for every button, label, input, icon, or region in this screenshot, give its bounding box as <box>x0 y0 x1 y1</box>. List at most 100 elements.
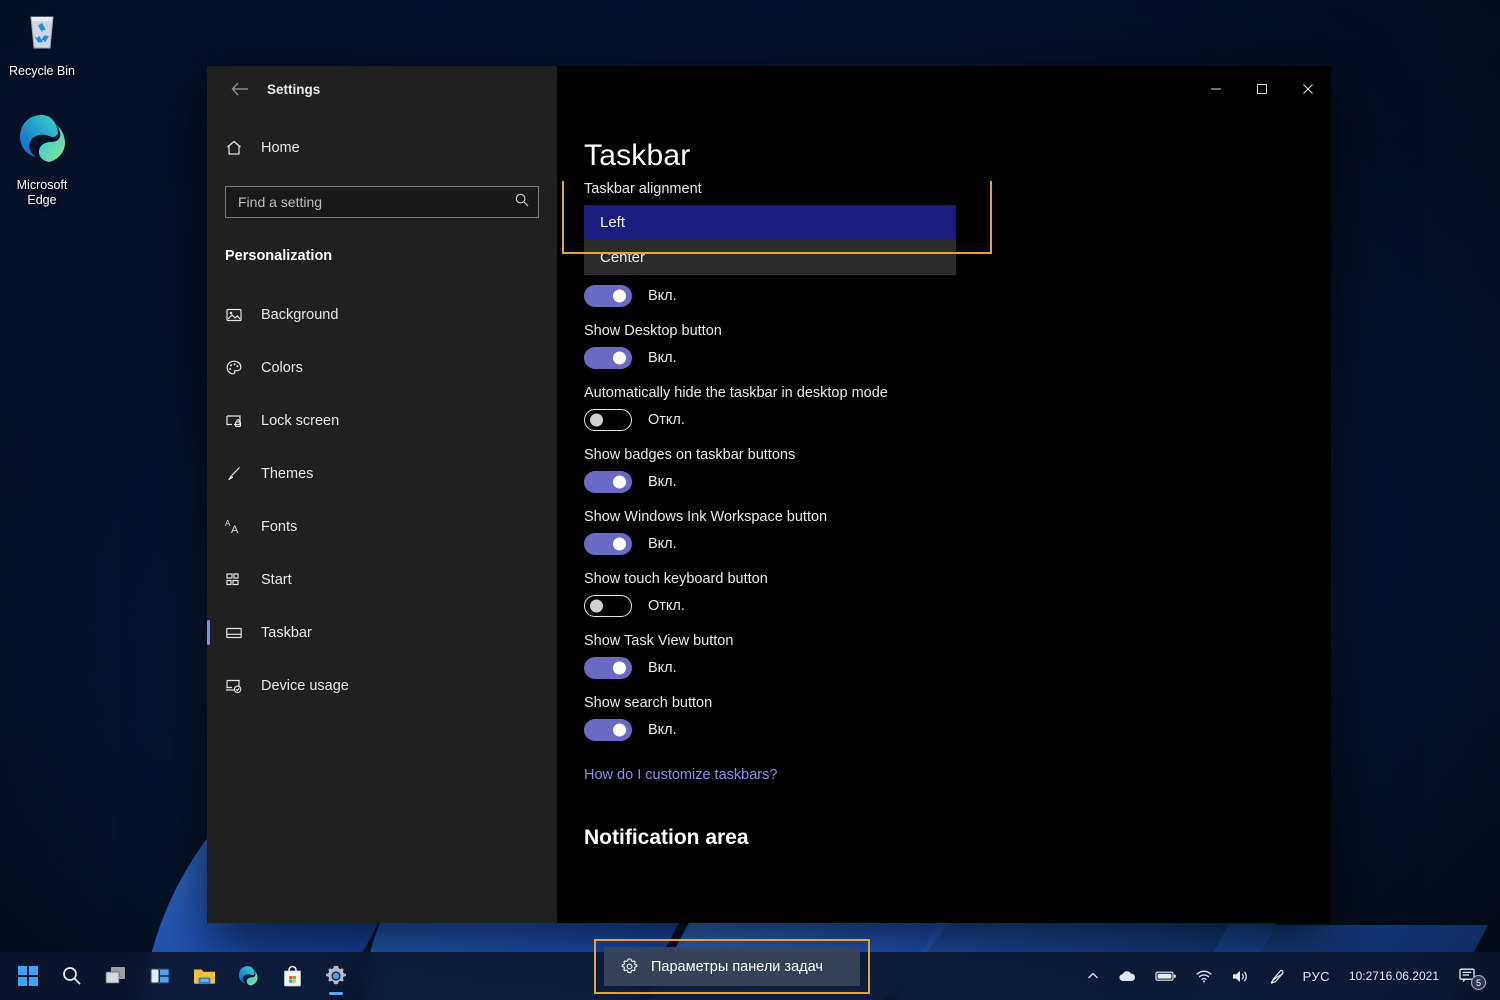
sidebar-item-background[interactable]: Background <box>207 288 557 341</box>
toggle-switch[interactable] <box>584 285 632 307</box>
recycle-bin-icon <box>0 8 84 58</box>
toggle-switch[interactable] <box>584 657 632 679</box>
toggle-row: Вкл. <box>584 471 1331 493</box>
dropdown-option-left[interactable]: Left <box>584 205 956 240</box>
tray-clock[interactable]: 10:27 16.06.2021 <box>1339 956 1449 996</box>
toggle-switch[interactable] <box>584 409 632 431</box>
app-title: Settings <box>267 82 320 97</box>
sidebar-item-themes[interactable]: Themes <box>207 447 557 500</box>
tray-onedrive-button[interactable] <box>1109 956 1146 996</box>
sidebar-item-device-usage[interactable]: Device usage <box>207 659 557 712</box>
settings-window: Settings Home Personalization <box>207 66 1331 923</box>
sidebar-item-fonts[interactable]: A A Fonts <box>207 500 557 553</box>
sidebar-item-label: Home <box>261 140 300 156</box>
tray-volume-button[interactable] <box>1222 956 1259 996</box>
toggle-switch[interactable] <box>584 471 632 493</box>
page-title: Taskbar <box>584 139 1331 173</box>
back-button[interactable] <box>223 74 257 104</box>
start-button[interactable] <box>6 954 50 998</box>
setting-row: Show touch keyboard button Откл. <box>584 571 1331 617</box>
desktop-icon-microsoft-edge[interactable]: Microsoft Edge <box>0 110 84 208</box>
toggle-state-label: Откл. <box>648 598 685 614</box>
settings-content: Taskbar Taskbar alignment Left Center Вк… <box>557 66 1331 923</box>
file-explorer-button[interactable] <box>182 954 226 998</box>
cloud-icon <box>1118 969 1137 983</box>
store-button[interactable] <box>270 954 314 998</box>
setting-row: Show Windows Ink Workspace button Вкл. <box>584 509 1331 555</box>
sidebar-item-colors[interactable]: Colors <box>207 341 557 394</box>
lock-screen-icon <box>225 410 251 432</box>
toggle-row: Вкл. <box>584 719 1331 741</box>
desktop-icon-label-line1: Microsoft <box>17 178 68 192</box>
search-icon <box>61 965 83 987</box>
folder-icon <box>192 965 217 987</box>
home-icon <box>225 137 251 159</box>
tray-battery-button[interactable] <box>1146 956 1186 996</box>
toggle-state-label: Вкл. <box>648 350 677 366</box>
tray-chevron-up-button[interactable] <box>1077 956 1109 996</box>
tray-time: 10:27 <box>1349 969 1379 984</box>
desktop-icon-label-line2: Edge <box>27 193 56 207</box>
taskbar-settings-tooltip: Параметры панели задач <box>594 939 870 994</box>
toggle-state-label: Вкл. <box>648 660 677 676</box>
widgets-button[interactable] <box>138 954 182 998</box>
widgets-icon <box>148 965 172 987</box>
sidebar-item-start[interactable]: Start <box>207 553 557 606</box>
setting-label: Show Desktop button <box>584 323 1331 339</box>
toggle-switch[interactable] <box>584 347 632 369</box>
start-grid-icon <box>225 569 251 591</box>
toggle-switch[interactable] <box>584 533 632 555</box>
toggle-state-label: Вкл. <box>648 722 677 738</box>
tray-notifications-button[interactable]: 5 <box>1449 956 1492 996</box>
settings-button[interactable] <box>314 954 358 998</box>
close-button[interactable] <box>1285 66 1331 112</box>
dropdown-option-center[interactable]: Center <box>584 240 956 275</box>
volume-icon <box>1231 969 1250 984</box>
toggle-row: Откл. <box>584 595 1331 617</box>
tray-wifi-button[interactable] <box>1186 956 1222 996</box>
brush-icon <box>225 463 251 485</box>
maximize-button[interactable] <box>1239 66 1285 112</box>
toggle-state-label: Вкл. <box>648 536 677 552</box>
desktop-icon-recycle-bin[interactable]: Recycle Bin <box>0 8 84 79</box>
system-tray: РУС 10:27 16.06.2021 5 <box>1077 956 1500 996</box>
toggle-state-label: Вкл. <box>648 474 677 490</box>
sidebar-item-label: Lock screen <box>261 413 339 429</box>
toggle-switch[interactable] <box>584 595 632 617</box>
tray-pen-button[interactable] <box>1259 956 1294 996</box>
sidebar-item-home[interactable]: Home <box>207 128 557 168</box>
sidebar-item-label: Background <box>261 307 338 323</box>
search-button[interactable] <box>50 954 94 998</box>
toggle-switch[interactable] <box>584 719 632 741</box>
tray-language-indicator[interactable]: РУС <box>1294 956 1339 996</box>
sidebar-item-label: Taskbar <box>261 625 312 641</box>
search-input[interactable] <box>238 194 514 210</box>
setting-label: Automatically hide the taskbar in deskto… <box>584 385 1331 401</box>
search-icon[interactable] <box>514 192 530 213</box>
search-box[interactable] <box>225 186 539 218</box>
help-link[interactable]: How do I customize taskbars? <box>584 767 777 783</box>
sidebar-item-lock-screen[interactable]: Lock screen <box>207 394 557 447</box>
tooltip-label: Параметры панели задач <box>651 959 823 975</box>
alignment-dropdown[interactable]: Left Center <box>584 205 956 275</box>
sidebar-item-label: Themes <box>261 466 313 482</box>
edge-icon <box>0 110 84 172</box>
minimize-icon <box>1210 83 1222 95</box>
toggle-state-label: Откл. <box>648 412 685 428</box>
task-view-icon <box>104 965 128 987</box>
desktop-icon-label: Recycle Bin <box>9 64 75 78</box>
settings-list: Taskbar alignment Left Center Вкл. Show … <box>557 181 1331 923</box>
setting-label: Show search button <box>584 695 1331 711</box>
edge-button[interactable] <box>226 954 270 998</box>
minimize-button[interactable] <box>1193 66 1239 112</box>
setting-label: Show touch keyboard button <box>584 571 1331 587</box>
window-controls <box>557 66 1331 112</box>
gear-icon <box>324 964 348 988</box>
setting-row: Вкл. <box>584 285 1331 307</box>
close-icon <box>1302 83 1314 95</box>
setting-label: Show badges on taskbar buttons <box>584 447 1331 463</box>
alignment-label: Taskbar alignment <box>584 181 1331 197</box>
task-view-button[interactable] <box>94 954 138 998</box>
notification-count-badge: 5 <box>1471 975 1486 990</box>
sidebar-item-taskbar[interactable]: Taskbar <box>207 606 557 659</box>
